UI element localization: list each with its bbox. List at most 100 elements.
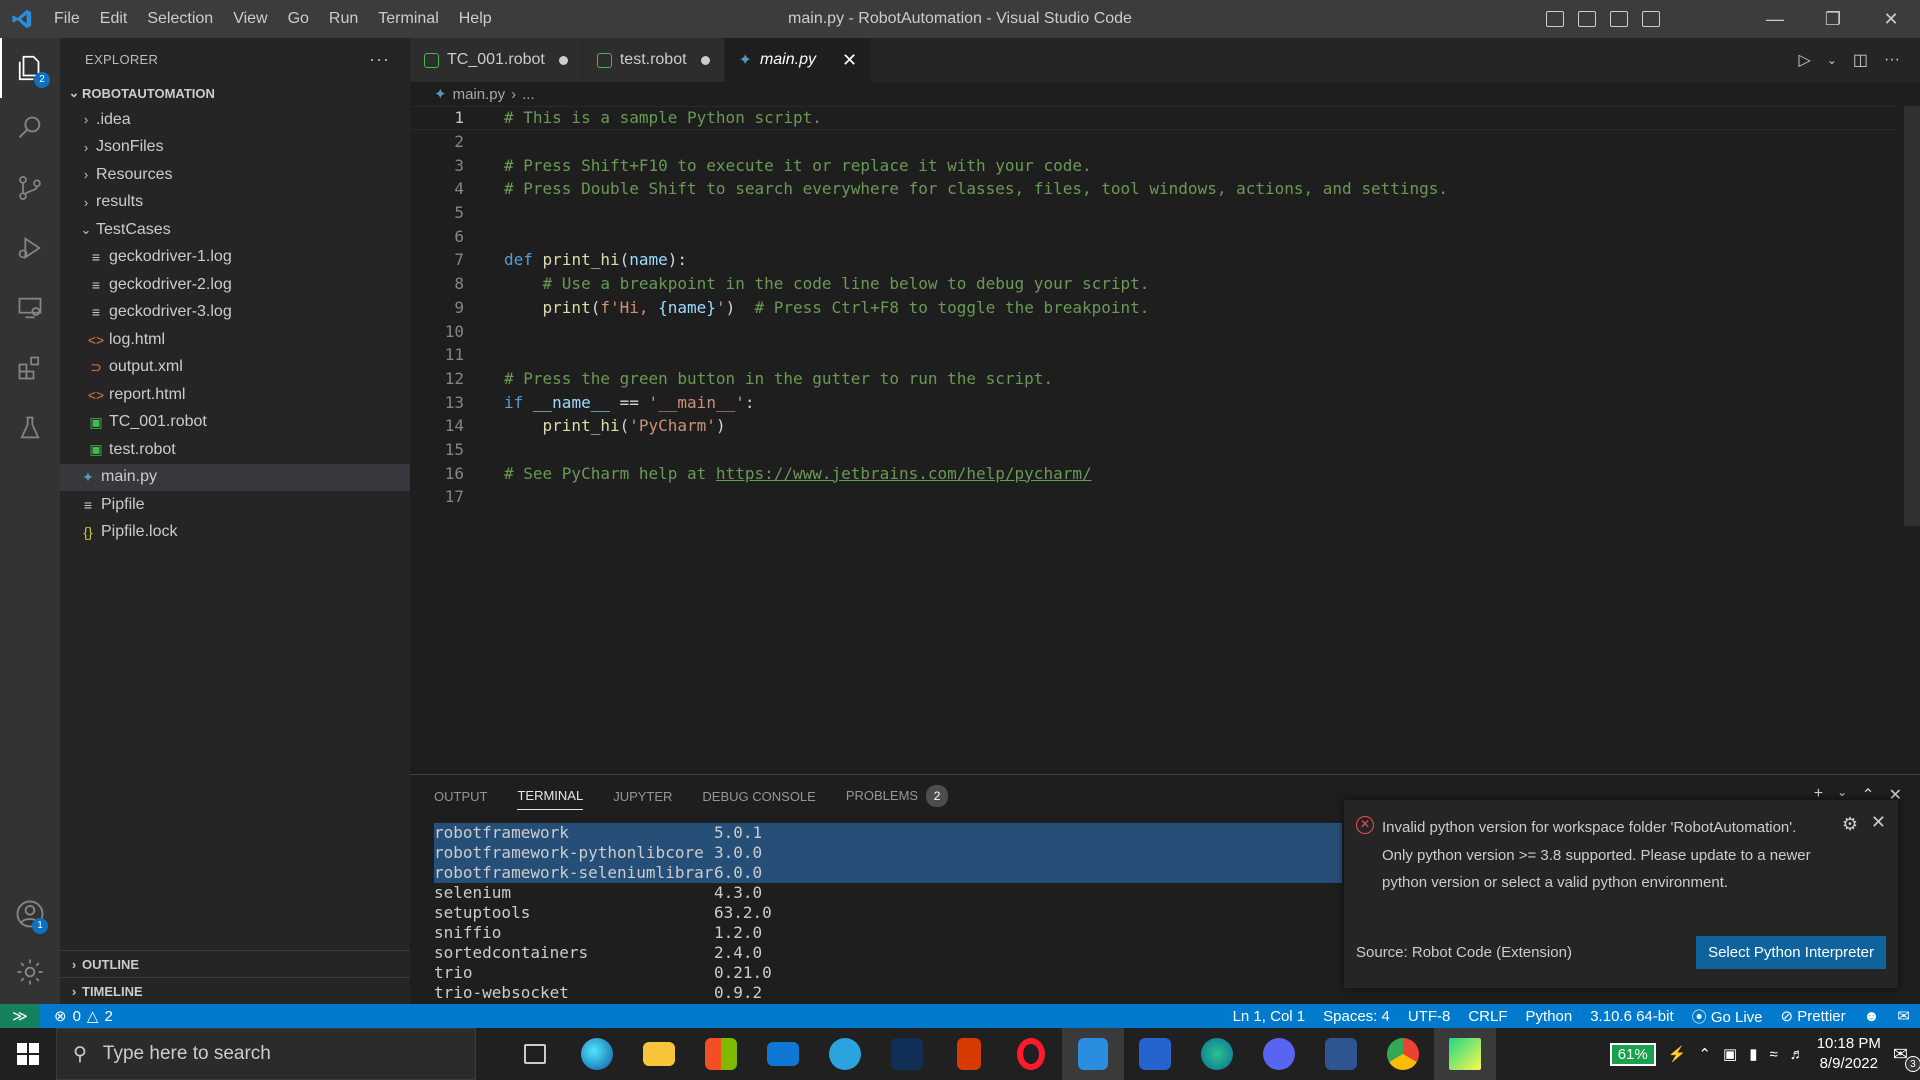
microsoft-store-icon[interactable] xyxy=(690,1028,752,1080)
workspace-root[interactable]: ⌄ ROBOTAUTOMATION xyxy=(60,80,410,106)
split-editor-icon[interactable]: ◫ xyxy=(1853,50,1868,70)
battery-indicator[interactable]: 61% xyxy=(1609,1042,1656,1066)
tree-item--idea[interactable]: › .idea xyxy=(60,106,410,134)
tree-item-main-py[interactable]: ✦ main.py xyxy=(60,463,410,491)
clock[interactable]: 10:18 PM 8/9/2022 xyxy=(1817,1034,1881,1074)
vscode-taskbar-icon[interactable] xyxy=(1062,1028,1124,1080)
telegram-icon[interactable] xyxy=(814,1028,876,1080)
action-center-icon[interactable]: ✉ 3 xyxy=(1893,1044,1920,1072)
more-actions-icon[interactable]: ··· xyxy=(1884,51,1900,69)
task-view-icon[interactable] xyxy=(504,1028,566,1080)
editor-scrollbar[interactable] xyxy=(1904,106,1920,526)
prettier-button[interactable]: ⊘ Prettier xyxy=(1781,1007,1846,1025)
close-icon[interactable]: ✕ xyxy=(1871,812,1886,833)
tree-item-jsonfiles[interactable]: › JsonFiles xyxy=(60,134,410,162)
volume-icon[interactable]: ♬ xyxy=(1790,1046,1805,1063)
chrome-icon[interactable] xyxy=(1372,1028,1434,1080)
menu-edit[interactable]: Edit xyxy=(90,0,138,38)
outline-section[interactable]: › OUTLINE xyxy=(60,950,410,977)
menu-terminal[interactable]: Terminal xyxy=(368,0,448,38)
run-file-icon[interactable]: ▷ xyxy=(1799,50,1811,70)
run-debug-icon[interactable] xyxy=(0,218,60,278)
code-editor[interactable]: 1 # This is a sample Python script. 2 3 # … xyxy=(410,106,1900,509)
help-link[interactable]: https://www.jetbrains.com/help/pycharm/ xyxy=(716,464,1092,483)
extensions-icon[interactable] xyxy=(0,338,60,398)
tab-test-robot[interactable]: test.robot xyxy=(582,38,725,82)
tree-item-pipfile-lock[interactable]: {} Pipfile.lock xyxy=(60,519,410,547)
todo-icon[interactable] xyxy=(1124,1028,1186,1080)
discord-icon[interactable] xyxy=(1248,1028,1310,1080)
line-ending[interactable]: CRLF xyxy=(1468,1008,1507,1025)
source-control-icon[interactable] xyxy=(0,158,60,218)
toggle-secondary-sidebar-icon[interactable] xyxy=(1610,11,1628,27)
menu-run[interactable]: Run xyxy=(319,0,368,38)
breadcrumb-file[interactable]: main.py xyxy=(453,86,506,103)
manage-gear-icon[interactable] xyxy=(0,942,60,1002)
toggle-panel-icon[interactable] xyxy=(1578,11,1596,27)
close-tab-icon[interactable]: ✕ xyxy=(842,50,857,71)
toggle-sidebar-icon[interactable] xyxy=(1546,11,1564,27)
tree-item-geckodriver-1-log[interactable]: ≡ geckodriver-1.log xyxy=(60,244,410,272)
tree-item-results[interactable]: › results xyxy=(60,189,410,217)
tab-main-py[interactable]: ✦ main.py ✕ xyxy=(724,38,873,82)
pycharm-icon[interactable] xyxy=(1434,1028,1496,1080)
tree-item-resources[interactable]: › Resources xyxy=(60,161,410,189)
problems-status[interactable]: ⊗ 0 △ 2 xyxy=(40,1007,113,1026)
timeline-section[interactable]: › TIMELINE xyxy=(60,977,410,1004)
language-mode[interactable]: Python xyxy=(1526,1008,1573,1025)
battery-icon[interactable]: ▮ xyxy=(1749,1045,1757,1063)
windows-start-icon[interactable] xyxy=(0,1028,56,1080)
edge-icon[interactable] xyxy=(566,1028,628,1080)
tab-debug-console[interactable]: DEBUG CONSOLE xyxy=(702,789,815,804)
tree-item-testcases[interactable]: ⌄ TestCases xyxy=(60,216,410,244)
meet-now-icon[interactable]: ▣ xyxy=(1723,1045,1737,1063)
tab-jupyter[interactable]: JUPYTER xyxy=(613,789,672,804)
tree-item-tc-001-robot[interactable]: ▣ TC_001.robot xyxy=(60,409,410,437)
cursor-position[interactable]: Ln 1, Col 1 xyxy=(1233,1008,1306,1025)
tree-item-output-xml[interactable]: ⊃ output.xml xyxy=(60,354,410,382)
customize-layout-icon[interactable] xyxy=(1642,11,1660,27)
chevron-down-icon[interactable]: ⌄ xyxy=(1827,53,1837,67)
feedback-icon[interactable]: ☻ xyxy=(1864,1008,1880,1025)
tree-item-geckodriver-3-log[interactable]: ≡ geckodriver-3.log xyxy=(60,299,410,327)
more-actions-icon[interactable]: ··· xyxy=(369,49,390,70)
file-explorer-icon[interactable] xyxy=(628,1028,690,1080)
edge-dev-icon[interactable] xyxy=(1186,1028,1248,1080)
remote-explorer-icon[interactable] xyxy=(0,278,60,338)
unsaved-dot-icon[interactable] xyxy=(700,55,710,65)
breadcrumb-symbol[interactable]: ... xyxy=(522,86,535,103)
go-live-button[interactable]: ⦿ Go Live xyxy=(1692,1006,1763,1027)
search-icon[interactable] xyxy=(0,98,60,158)
mail-icon[interactable] xyxy=(752,1028,814,1080)
menu-go[interactable]: Go xyxy=(278,0,319,38)
notifications-bell-icon[interactable]: ✉ xyxy=(1897,1007,1910,1025)
menu-selection[interactable]: Selection xyxy=(137,0,223,38)
powershell-icon[interactable] xyxy=(1310,1028,1372,1080)
menu-help[interactable]: Help xyxy=(449,0,502,38)
unsaved-dot-icon[interactable] xyxy=(558,55,568,65)
office-icon[interactable] xyxy=(938,1028,1000,1080)
python-interpreter[interactable]: 3.10.6 64-bit xyxy=(1590,1008,1673,1025)
accounts-icon[interactable]: 1 xyxy=(0,884,60,944)
remote-indicator-icon[interactable]: ≫ xyxy=(0,1004,40,1028)
tree-item-test-robot[interactable]: ▣ test.robot xyxy=(60,436,410,464)
taskbar-search[interactable]: ⚲ Type here to search xyxy=(56,1028,476,1080)
tree-item-log-html[interactable]: <> log.html xyxy=(60,326,410,354)
tab-terminal[interactable]: TERMINAL xyxy=(517,788,584,810)
tab-tc001-robot[interactable]: TC_001.robot xyxy=(410,38,583,82)
select-interpreter-button[interactable]: Select Python Interpreter xyxy=(1696,936,1886,969)
encoding[interactable]: UTF-8 xyxy=(1408,1008,1451,1025)
tree-item-report-html[interactable]: <> report.html xyxy=(60,381,410,409)
tab-output[interactable]: OUTPUT xyxy=(434,789,487,804)
indentation[interactable]: Spaces: 4 xyxy=(1323,1008,1390,1025)
menu-file[interactable]: File xyxy=(44,0,90,38)
restore-icon[interactable]: ❐ xyxy=(1804,0,1862,38)
tree-item-geckodriver-2-log[interactable]: ≡ geckodriver-2.log xyxy=(60,271,410,299)
explorer-icon[interactable]: 2 xyxy=(0,38,60,98)
close-window-icon[interactable]: ✕ xyxy=(1862,0,1920,38)
tab-problems[interactable]: PROBLEMS 2 xyxy=(846,785,949,807)
wifi-icon[interactable]: ≈ xyxy=(1769,1046,1777,1063)
opera-icon[interactable] xyxy=(1000,1028,1062,1080)
prime-video-icon[interactable] xyxy=(876,1028,938,1080)
terminal-output[interactable]: robotframework 5.0.1 robotframework-python… xyxy=(434,823,1343,1003)
